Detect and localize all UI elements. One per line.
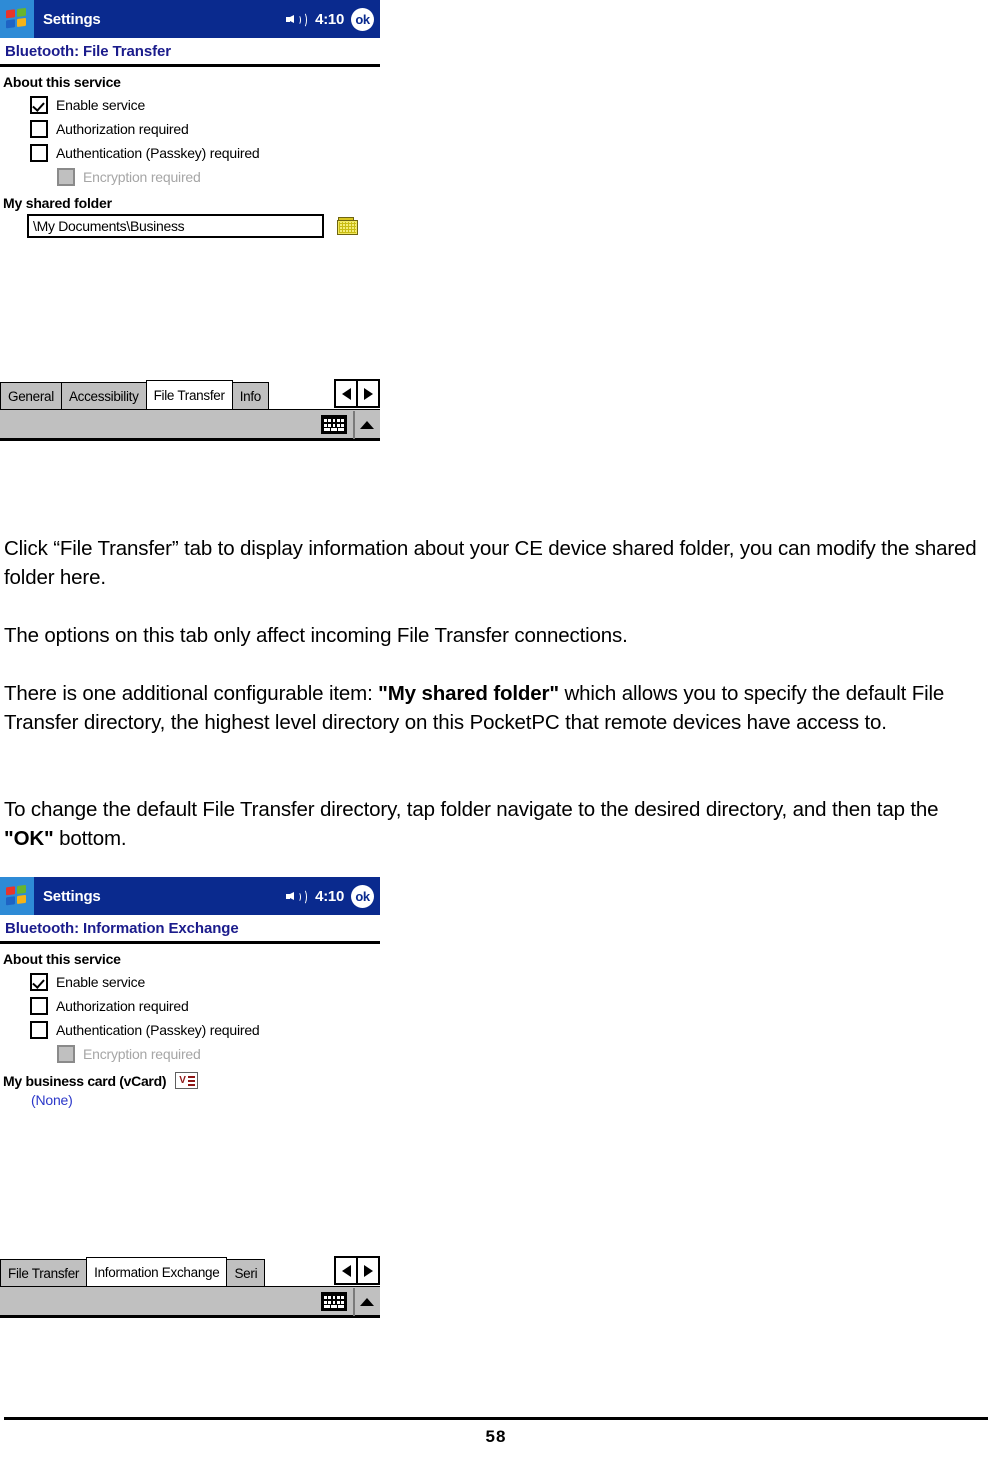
triangle-up-icon[interactable] <box>360 1298 374 1306</box>
checkbox-authorization-required-2[interactable] <box>30 997 48 1015</box>
tab-scroll-buttons-2 <box>334 1256 380 1285</box>
checkbox-encryption-required <box>57 168 75 186</box>
tab-serial[interactable]: Seri <box>226 1259 266 1286</box>
checkbox-enable-service[interactable] <box>30 96 48 114</box>
checkbox-row-authorization-required-2[interactable]: Authorization required <box>0 997 380 1015</box>
checkbox-row-encryption-required: Encryption required <box>0 168 380 186</box>
windows-flag-icon <box>6 7 28 31</box>
triangle-left-icon <box>341 387 351 400</box>
start-menu-button[interactable] <box>0 0 34 38</box>
checkbox-authentication-required-2[interactable] <box>30 1021 48 1039</box>
body-paragraph-2: The options on this tab only affect inco… <box>4 621 990 674</box>
body-paragraph-3: There is one additional configurable ite… <box>4 679 990 761</box>
keyboard-icon[interactable] <box>321 1292 347 1311</box>
vcard-icon[interactable]: V <box>175 1072 199 1089</box>
ok-button[interactable]: ok <box>351 7 374 31</box>
sip-divider-2 <box>353 1288 355 1316</box>
tab-general[interactable]: General <box>0 382 62 409</box>
speaker-volume-icon[interactable] <box>286 888 308 905</box>
pda-screenshot-file-transfer: Settings 4:10 ok Bluetooth: File Transfe… <box>0 0 380 441</box>
tab-scroll-left-button-2[interactable] <box>334 1256 358 1285</box>
tab-bar-2: File Transfer Information Exchange Seri <box>0 1256 380 1286</box>
section-heading-about-service: About this service <box>3 74 121 90</box>
shared-folder-input[interactable]: \My Documents\Business <box>27 214 324 238</box>
start-menu-button-2[interactable] <box>0 877 34 915</box>
speaker-volume-icon[interactable] <box>286 11 308 28</box>
checkbox-row-encryption-required-2: Encryption required <box>0 1045 380 1063</box>
tab-file-transfer-2[interactable]: File Transfer <box>0 1259 88 1286</box>
checkbox-label-enable-service: Enable service <box>56 97 146 113</box>
business-card-value[interactable]: (None) <box>0 1092 380 1108</box>
paragraph-4-emphasis: "OK" <box>4 827 54 850</box>
paragraph-4-lead: To change the default File Transfer dire… <box>4 798 939 821</box>
folder-icon[interactable] <box>337 217 359 235</box>
checkbox-label-authorization-required-2: Authorization required <box>56 998 189 1014</box>
title-bar-status-area-2: 4:10 ok <box>286 877 374 915</box>
paragraph-3-lead: There is one additional configurable ite… <box>4 682 379 705</box>
tab-accessibility[interactable]: Accessibility <box>60 382 147 409</box>
triangle-right-icon <box>363 1264 373 1277</box>
section-heading-my-shared-folder: My shared folder <box>3 195 112 211</box>
body-paragraph-4: To change the default File Transfer dire… <box>4 795 990 877</box>
triangle-up-icon[interactable] <box>360 421 374 429</box>
section-heading-about-service-2: About this service <box>3 951 121 967</box>
tab-information-exchange[interactable]: Information Exchange <box>86 1257 228 1286</box>
pda-screenshot-information-exchange: Settings 4:10 ok Bluetooth: Information … <box>0 877 380 1318</box>
paragraph-3-emphasis: "My shared folder" <box>378 682 559 705</box>
checkbox-label-authentication-required-2: Authentication (Passkey) required <box>56 1022 260 1038</box>
window-title: Settings <box>43 10 101 28</box>
soft-input-panel-bar-2 <box>0 1286 380 1318</box>
ok-button-2[interactable]: ok <box>351 884 374 908</box>
shared-folder-row: \My Documents\Business <box>0 214 380 238</box>
footer-divider <box>4 1417 988 1420</box>
checkbox-label-authorization-required: Authorization required <box>56 121 189 137</box>
pda-title-bar-2: Settings 4:10 ok <box>0 877 380 915</box>
page-number: 58 <box>485 1427 507 1446</box>
checkbox-row-enable-service[interactable]: Enable service <box>0 96 380 114</box>
soft-input-panel-bar <box>0 409 380 441</box>
clock-time[interactable]: 4:10 <box>315 11 344 28</box>
tab-scroll-right-button[interactable] <box>356 379 380 408</box>
window-title-2: Settings <box>43 887 101 905</box>
tab-scroll-left-button[interactable] <box>334 379 358 408</box>
windows-flag-icon <box>6 884 28 908</box>
paragraph-1-text: Click “File Transfer” tab to display inf… <box>4 537 977 589</box>
paragraph-4-tail: bottom. <box>53 827 127 850</box>
section-heading-my-business-card: My business card (vCard) <box>3 1072 167 1089</box>
tab-info[interactable]: Info <box>231 382 270 409</box>
pda-title-bar: Settings 4:10 ok <box>0 0 380 38</box>
checkbox-label-encryption-required-2: Encryption required <box>83 1046 201 1062</box>
title-bar-status-area: 4:10 ok <box>286 0 374 38</box>
paragraph-2-text: The options on this tab only affect inco… <box>4 624 628 647</box>
keyboard-icon[interactable] <box>321 415 347 434</box>
checkbox-enable-service-2[interactable] <box>30 973 48 991</box>
checkbox-row-enable-service-2[interactable]: Enable service <box>0 973 380 991</box>
checkbox-row-authentication-required-2[interactable]: Authentication (Passkey) required <box>0 1021 380 1039</box>
tab-scroll-right-button-2[interactable] <box>356 1256 380 1285</box>
page-title: Bluetooth: File Transfer <box>5 43 171 60</box>
settings-body: About this service Enable service Author… <box>0 67 380 379</box>
page-title-2: Bluetooth: Information Exchange <box>5 920 239 937</box>
checkbox-label-enable-service-2: Enable service <box>56 974 146 990</box>
paragraph-4-text: To change the default File Transfer dire… <box>4 795 990 853</box>
checkbox-label-authentication-required: Authentication (Passkey) required <box>56 145 260 161</box>
paragraph-3-text: There is one additional configurable ite… <box>4 679 990 737</box>
triangle-right-icon <box>363 387 373 400</box>
checkbox-authorization-required[interactable] <box>30 120 48 138</box>
checkbox-authentication-required[interactable] <box>30 144 48 162</box>
checkbox-row-authorization-required[interactable]: Authorization required <box>0 120 380 138</box>
sip-divider <box>353 411 355 439</box>
tab-bar: General Accessibility File Transfer Info <box>0 379 380 409</box>
checkbox-row-authentication-required[interactable]: Authentication (Passkey) required <box>0 144 380 162</box>
checkbox-label-encryption-required: Encryption required <box>83 169 201 185</box>
tab-file-transfer[interactable]: File Transfer <box>145 380 233 409</box>
tab-scroll-buttons <box>334 379 380 408</box>
settings-body-2: About this service Enable service Author… <box>0 944 380 1256</box>
body-paragraph-1: Click “File Transfer” tab to display inf… <box>4 534 990 616</box>
clock-time-2[interactable]: 4:10 <box>315 888 344 905</box>
business-card-row: My business card (vCard) V <box>0 1072 380 1089</box>
triangle-left-icon <box>341 1264 351 1277</box>
checkbox-encryption-required-2 <box>57 1045 75 1063</box>
